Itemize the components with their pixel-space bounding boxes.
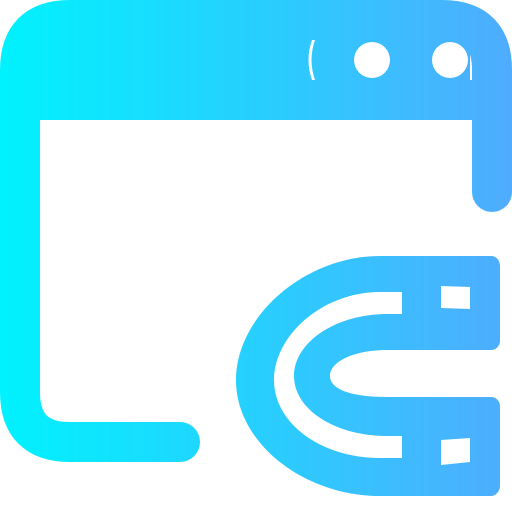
magnet-icon bbox=[236, 256, 500, 496]
magnet-bottom-pole bbox=[441, 438, 470, 465]
magnet-top-pole bbox=[441, 286, 470, 309]
browser-window-magnet-icon bbox=[0, 0, 512, 496]
icon-canvas bbox=[0, 0, 512, 512]
window-dot-1 bbox=[354, 42, 390, 78]
title-bar-fill bbox=[20, 40, 312, 80]
window-dot-2 bbox=[432, 42, 468, 78]
